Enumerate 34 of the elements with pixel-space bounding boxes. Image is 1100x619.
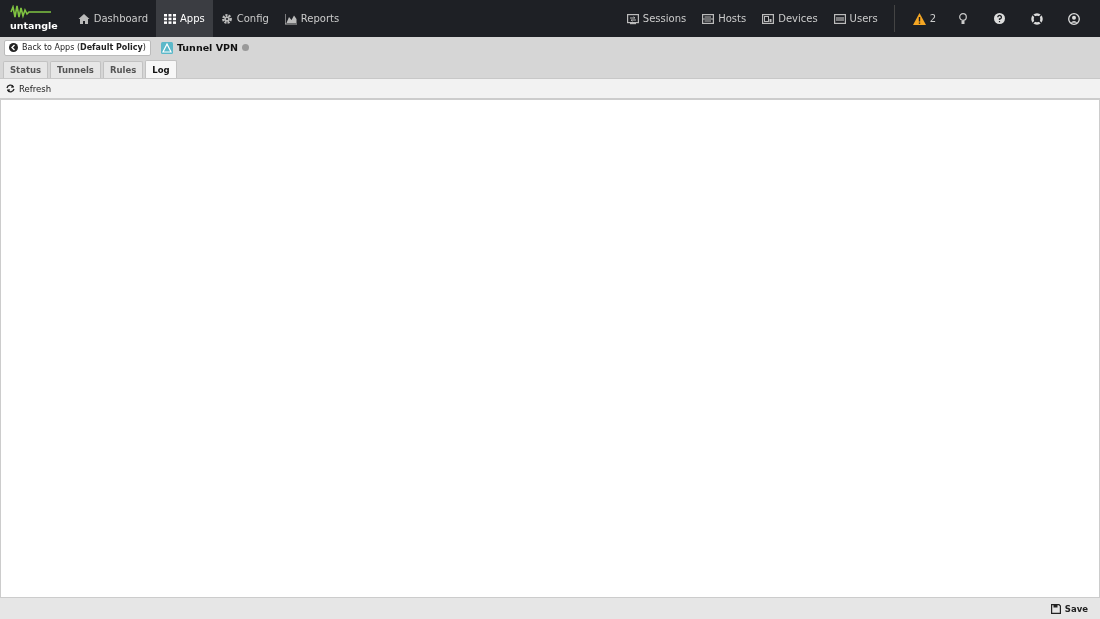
home-icon [77, 12, 90, 25]
nav-item[interactable]: Apps [156, 0, 213, 37]
alerts-button[interactable]: 2 [904, 0, 944, 37]
nav-item[interactable]: Hosts [694, 0, 755, 37]
tab[interactable]: Log [145, 60, 177, 78]
nav-item[interactable]: Sessions [618, 0, 695, 37]
lifebuoy-icon [1030, 12, 1043, 25]
tab[interactable]: Rules [102, 61, 144, 78]
app-icon [160, 41, 173, 54]
help-icon [994, 13, 1005, 24]
grid-icon [164, 12, 176, 25]
monitor-icon [626, 12, 639, 25]
lightbulb-icon [958, 12, 967, 25]
tab[interactable]: Status [3, 61, 49, 78]
back-button[interactable]: Back to Apps (Default Policy) [4, 39, 151, 56]
logo-text: untangle [10, 19, 58, 32]
nav-item[interactable]: Devices [754, 0, 826, 37]
user-icon [1067, 12, 1080, 25]
nav-item[interactable]: Config [212, 0, 277, 37]
warning-icon [912, 12, 926, 25]
tab[interactable]: Tunnels [50, 61, 101, 78]
app-title: Tunnel VPN [176, 42, 238, 53]
gear-icon [220, 12, 233, 25]
screen-icon [762, 12, 775, 25]
save-button[interactable]: Save [1044, 602, 1094, 615]
refresh-button[interactable]: Refresh [4, 83, 54, 94]
area-chart-icon [284, 12, 297, 25]
logo-wave-icon [10, 5, 52, 19]
arrow-left-icon [9, 43, 18, 52]
nav-item[interactable]: Users [825, 0, 886, 37]
nav-item[interactable]: Reports [276, 0, 348, 37]
nav-item[interactable]: Dashboard [69, 0, 156, 37]
server-icon [702, 12, 715, 25]
refresh-icon [6, 84, 15, 93]
